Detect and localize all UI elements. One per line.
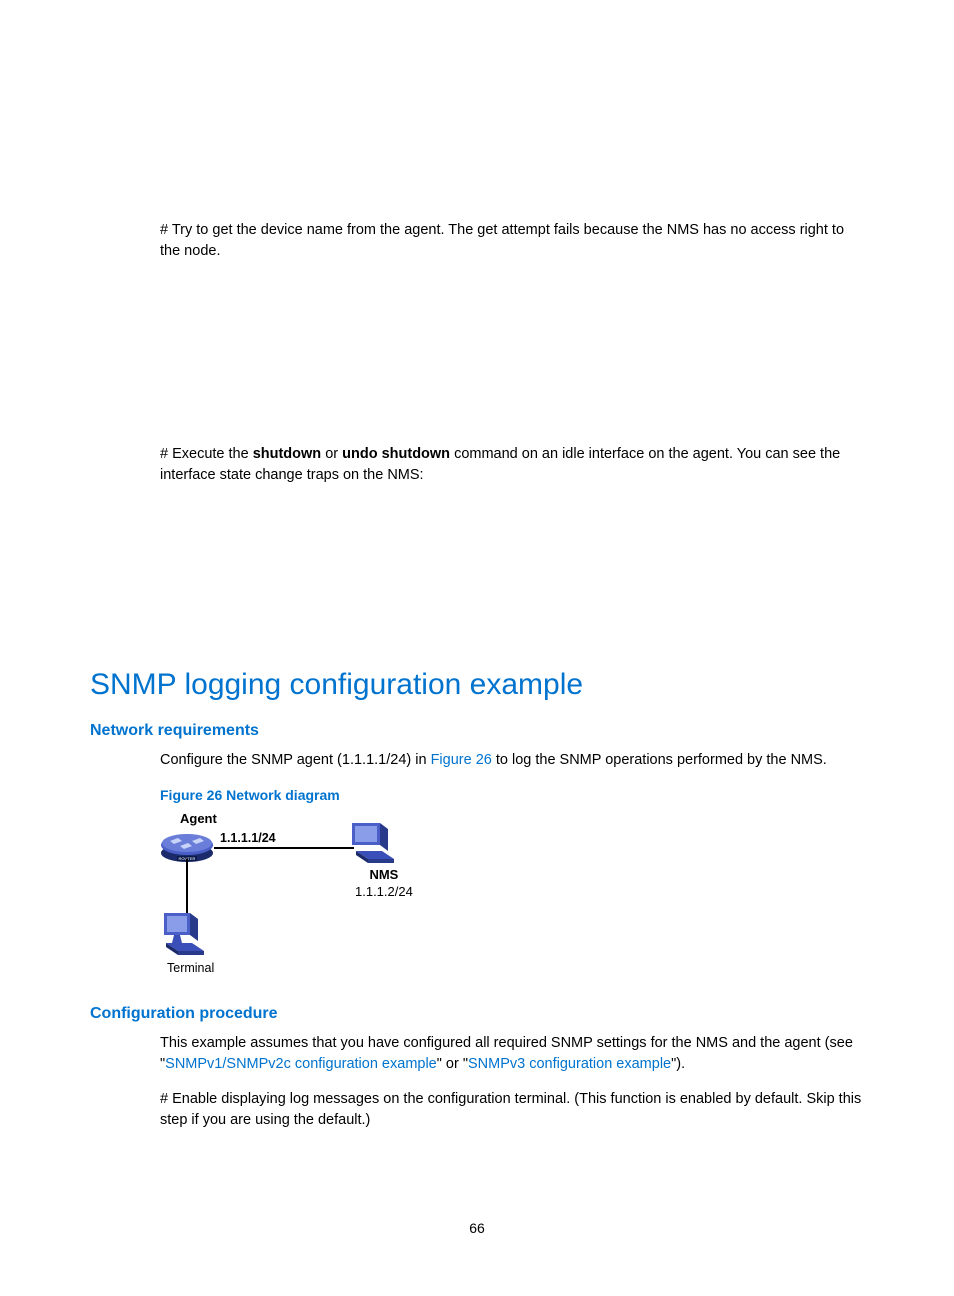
nr-suffix: to log the SNMP operations performed by … — [492, 752, 827, 768]
heading-snmp-logging: SNMP logging configuration example — [90, 668, 864, 702]
bold-shutdown: shutdown — [253, 446, 321, 462]
nr-prefix: Configure the SNMP agent (1.1.1.1/24) in — [160, 752, 431, 768]
figure-caption: Figure 26 Network diagram — [160, 787, 864, 803]
paragraph-config-proc-1: This example assumes that you have confi… — [160, 1033, 864, 1075]
connection-agent-nms — [214, 847, 354, 849]
nms-ip-label: 1.1.1.2/24 — [355, 884, 413, 901]
subhead-network-requirements: Network requirements — [90, 722, 864, 740]
router-icon: ROUTER — [160, 829, 214, 863]
link-snmpv1v2c-example[interactable]: SNMPv1/SNMPv2c configuration example — [165, 1056, 437, 1072]
paragraph-shutdown-command: # Execute the shutdown or undo shutdown … — [160, 444, 864, 486]
terminal-computer-icon — [160, 909, 212, 961]
paragraph-network-req: Configure the SNMP agent (1.1.1.1/24) in… — [160, 750, 864, 771]
cp-mid: " or " — [437, 1056, 468, 1072]
nms-computer-icon — [350, 821, 402, 869]
paragraph-get-attempt: # Try to get the device name from the ag… — [160, 220, 864, 262]
page-number: 66 — [0, 1220, 954, 1236]
agent-ip-label: 1.1.1.1/24 — [220, 831, 276, 845]
terminal-label: Terminal — [167, 961, 214, 975]
text-prefix: # Execute the — [160, 446, 253, 462]
agent-label: Agent — [180, 811, 217, 826]
link-snmpv3-example[interactable]: SNMPv3 configuration example — [468, 1056, 671, 1072]
cp-suffix: "). — [671, 1056, 685, 1072]
subhead-configuration-procedure: Configuration procedure — [90, 1005, 864, 1023]
bold-undo-shutdown: undo shutdown — [342, 446, 450, 462]
link-figure-26[interactable]: Figure 26 — [431, 752, 492, 768]
text-mid: or — [321, 446, 342, 462]
nms-label-group: NMS 1.1.1.2/24 — [355, 867, 413, 901]
paragraph-config-proc-2: # Enable displaying log messages on the … — [160, 1089, 864, 1131]
network-diagram: Agent ROUTER 1.1.1.1/24 NMS 1.1.1 — [160, 811, 440, 981]
nms-label: NMS — [355, 867, 413, 884]
